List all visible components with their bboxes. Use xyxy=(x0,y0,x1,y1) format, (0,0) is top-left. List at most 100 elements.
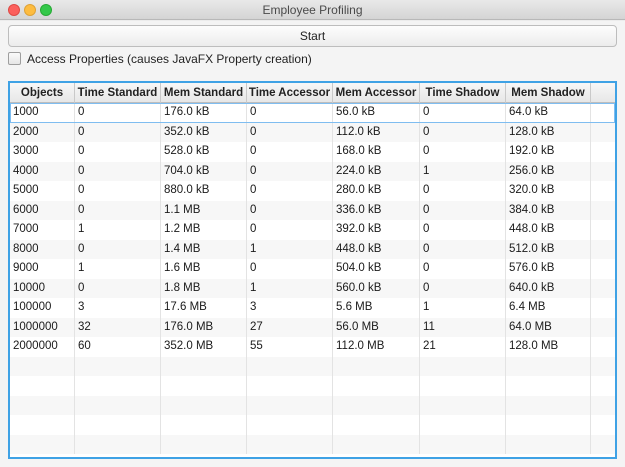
empty-cell xyxy=(247,356,333,376)
empty-cell xyxy=(591,318,615,338)
table-row[interactable]: 2000 0 352.0 kB 0 112.0 kB 0 128.0 kB xyxy=(10,122,615,142)
cell-mem-standard: 1.8 MB xyxy=(161,278,247,298)
table-row[interactable]: 10000 0 1.8 MB 1 560.0 kB 0 640.0 kB xyxy=(10,278,615,299)
table-row[interactable]: 4000 0 704.0 kB 0 224.0 kB 1 256.0 kB xyxy=(10,161,615,182)
table-row[interactable]: 9000 1 1.6 MB 0 504.0 kB 0 576.0 kB xyxy=(10,259,615,279)
cell-mem-shadow: 640.0 kB xyxy=(506,278,591,298)
cell-mem-accessor: 112.0 MB xyxy=(333,337,420,357)
cell-mem-accessor: 112.0 kB xyxy=(333,122,420,142)
table-row[interactable]: 1000 0 176.0 kB 0 56.0 kB 0 64.0 kB xyxy=(10,103,615,123)
cell-objects: 1000 xyxy=(10,103,75,123)
column-header-time-standard[interactable]: Time Standard xyxy=(75,83,161,103)
empty-cell xyxy=(591,259,615,279)
cell-time-standard: 3 xyxy=(75,298,161,318)
empty-cell xyxy=(10,415,75,435)
empty-cell xyxy=(10,376,75,396)
cell-time-shadow: 0 xyxy=(420,278,506,298)
cell-time-standard: 0 xyxy=(75,239,161,259)
main-content: Start Access Properties (causes JavaFX P… xyxy=(0,21,625,467)
empty-cell xyxy=(333,434,420,454)
cell-time-shadow: 0 xyxy=(420,239,506,259)
column-header-objects[interactable]: Objects xyxy=(10,83,75,103)
table-row[interactable]: 100000 3 17.6 MB 3 5.6 MB 1 6.4 MB xyxy=(10,298,615,318)
cell-time-accessor: 0 xyxy=(247,103,333,123)
column-header-mem-accessor[interactable]: Mem Accessor xyxy=(333,83,420,103)
cell-mem-accessor: 56.0 MB xyxy=(333,317,420,337)
cell-mem-shadow: 448.0 kB xyxy=(506,220,591,240)
empty-cell xyxy=(591,298,615,318)
cell-time-shadow: 0 xyxy=(420,259,506,279)
empty-cell xyxy=(333,356,420,376)
cell-objects: 100000 xyxy=(10,298,75,318)
cell-time-standard: 60 xyxy=(75,337,161,357)
start-button[interactable]: Start xyxy=(8,25,617,47)
empty-cell xyxy=(420,434,506,454)
access-properties-label: Access Properties (causes JavaFX Propert… xyxy=(27,52,312,66)
empty-cell xyxy=(75,395,161,415)
cell-time-shadow: 11 xyxy=(420,317,506,337)
cell-time-shadow: 0 xyxy=(420,220,506,240)
empty-cell xyxy=(591,162,615,182)
cell-objects: 3000 xyxy=(10,142,75,162)
cell-time-accessor: 0 xyxy=(247,220,333,240)
cell-time-accessor: 0 xyxy=(247,161,333,181)
empty-cell xyxy=(75,415,161,435)
column-header-time-shadow[interactable]: Time Shadow xyxy=(420,83,506,103)
column-header-mem-standard[interactable]: Mem Standard xyxy=(161,83,247,103)
cell-time-standard: 0 xyxy=(75,278,161,298)
empty-cell xyxy=(591,279,615,299)
empty-cell xyxy=(247,376,333,396)
empty-cell xyxy=(161,376,247,396)
cell-mem-standard: 1.4 MB xyxy=(161,239,247,259)
empty-cell xyxy=(591,396,615,416)
empty-cell xyxy=(506,395,591,415)
title-bar: Employee Profiling xyxy=(0,0,625,20)
empty-cell xyxy=(506,434,591,454)
cell-mem-standard: 704.0 kB xyxy=(161,161,247,181)
empty-cell xyxy=(506,376,591,396)
table-row[interactable]: 6000 0 1.1 MB 0 336.0 kB 0 384.0 kB xyxy=(10,200,615,220)
cell-mem-shadow: 576.0 kB xyxy=(506,259,591,279)
cell-time-shadow: 0 xyxy=(420,142,506,162)
cell-time-shadow: 0 xyxy=(420,200,506,220)
cell-objects: 9000 xyxy=(10,259,75,279)
cell-mem-shadow: 384.0 kB xyxy=(506,200,591,220)
table-row[interactable]: 1000000 32 176.0 MB 27 56.0 MB 11 64.0 MB xyxy=(10,317,615,338)
cell-time-accessor: 27 xyxy=(247,317,333,337)
empty-table-row xyxy=(10,356,615,376)
cell-mem-accessor: 224.0 kB xyxy=(333,161,420,181)
cell-mem-shadow: 192.0 kB xyxy=(506,142,591,162)
cell-time-accessor: 55 xyxy=(247,337,333,357)
cell-objects: 4000 xyxy=(10,161,75,181)
empty-cell xyxy=(591,240,615,260)
cell-time-standard: 0 xyxy=(75,122,161,142)
cell-mem-accessor: 56.0 kB xyxy=(333,103,420,123)
cell-time-accessor: 1 xyxy=(247,239,333,259)
table-row[interactable]: 8000 0 1.4 MB 1 448.0 kB 0 512.0 kB xyxy=(10,239,615,260)
cell-time-standard: 1 xyxy=(75,220,161,240)
table-row[interactable]: 5000 0 880.0 kB 0 280.0 kB 0 320.0 kB xyxy=(10,181,615,201)
cell-mem-accessor: 336.0 kB xyxy=(333,200,420,220)
cell-mem-accessor: 5.6 MB xyxy=(333,298,420,318)
cell-objects: 6000 xyxy=(10,200,75,220)
empty-cell xyxy=(591,142,615,162)
table-row[interactable]: 3000 0 528.0 kB 0 168.0 kB 0 192.0 kB xyxy=(10,142,615,162)
cell-objects: 8000 xyxy=(10,239,75,259)
cell-mem-shadow: 256.0 kB xyxy=(506,161,591,181)
cell-objects: 1000000 xyxy=(10,317,75,337)
cell-mem-standard: 17.6 MB xyxy=(161,298,247,318)
table-row[interactable]: 7000 1 1.2 MB 0 392.0 kB 0 448.0 kB xyxy=(10,220,615,240)
cell-mem-standard: 880.0 kB xyxy=(161,181,247,201)
cell-objects: 2000000 xyxy=(10,337,75,357)
column-header-time-accessor[interactable]: Time Accessor xyxy=(247,83,333,103)
profiling-table[interactable]: Objects Time Standard Mem Standard Time Acc… xyxy=(8,81,617,459)
table-row[interactable]: 2000000 60 352.0 MB 55 112.0 MB 21 128.0 MB xyxy=(10,337,615,357)
empty-cell xyxy=(10,356,75,376)
cell-mem-accessor: 448.0 kB xyxy=(333,239,420,259)
empty-cell xyxy=(333,415,420,435)
column-header-mem-shadow[interactable]: Mem Shadow xyxy=(506,83,591,103)
cell-mem-shadow: 64.0 MB xyxy=(506,317,591,337)
empty-cell xyxy=(247,434,333,454)
access-properties-checkbox[interactable] xyxy=(8,52,21,65)
cell-mem-standard: 1.6 MB xyxy=(161,259,247,279)
